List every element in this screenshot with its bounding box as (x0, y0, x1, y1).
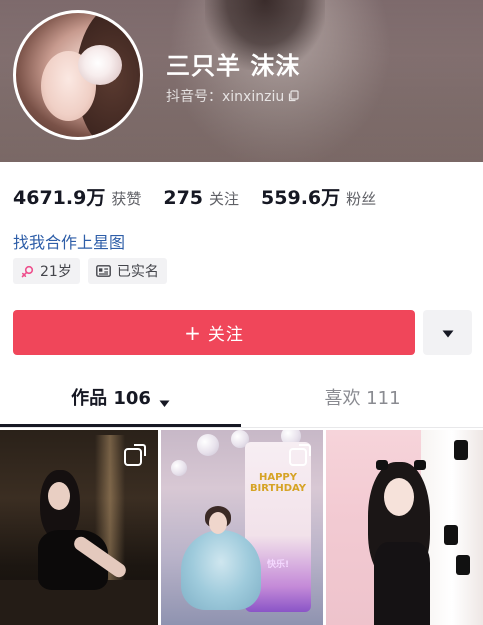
profile-nickname: 三只羊 沫沫 (166, 52, 301, 80)
follow-button-label: 关注 (207, 325, 244, 345)
bow-decoration (444, 525, 458, 545)
thumbnail-figure-outfit (374, 542, 430, 625)
multi-image-icon (289, 444, 311, 466)
bow-decoration (456, 555, 470, 575)
douyin-id-text: 抖音号：xinxinziu (166, 89, 285, 105)
tab-likes[interactable]: 喜欢 111 (242, 384, 483, 428)
stat-label: 关注 (209, 190, 240, 208)
tab-works[interactable]: 作品 106 (0, 384, 241, 428)
more-options-button[interactable] (423, 310, 472, 355)
profile-tags: 21岁 已实名 (13, 258, 175, 284)
age-tag: 21岁 (13, 258, 80, 284)
multi-image-icon (124, 444, 146, 466)
video-thumbnail[interactable] (326, 430, 483, 625)
thumbnail-figure-face (48, 482, 70, 510)
id-card-icon (95, 265, 111, 277)
stat-likes[interactable]: 4671.9万 获赞 (13, 183, 141, 210)
avatar[interactable] (13, 10, 143, 140)
stat-following[interactable]: 275 关注 (163, 187, 239, 209)
avatar-flower (78, 45, 122, 85)
birthday-sign-text: HAPPY BIRTHDAY (249, 472, 307, 494)
stat-value: 4671.9万 (13, 187, 106, 209)
stat-value: 275 (163, 187, 204, 209)
stat-label: 粉丝 (346, 190, 377, 208)
verified-tag-label: 已实名 (116, 264, 159, 280)
thumbnail-dress (181, 530, 261, 610)
thumbnail-figure-face (384, 478, 414, 516)
tab-works-label: 作品 106 (71, 388, 151, 409)
profile-stats: 4671.9万 获赞 275 关注 559.6万 粉丝 (13, 183, 398, 210)
video-thumbnail[interactable] (0, 430, 158, 625)
tab-divider (0, 427, 483, 428)
stat-followers[interactable]: 559.6万 粉丝 (261, 183, 376, 210)
profile-header-banner: 三只羊 沫沫 抖音号：xinxinziu (0, 0, 483, 162)
stat-value: 559.6万 (261, 187, 341, 209)
copy-icon[interactable] (288, 90, 299, 102)
verified-tag: 已实名 (87, 258, 167, 284)
age-tag-label: 21岁 (40, 264, 72, 280)
plus-icon: + (184, 320, 202, 345)
video-thumbnail[interactable]: HAPPY BIRTHDAY 快乐! (161, 430, 323, 625)
female-icon (21, 265, 34, 278)
stat-label: 获赞 (111, 190, 142, 208)
caret-down-icon[interactable] (159, 392, 170, 413)
balloon (197, 434, 219, 456)
caret-down-icon (442, 323, 454, 342)
douyin-id-row[interactable]: 抖音号：xinxinziu (166, 86, 299, 106)
video-grid: HAPPY BIRTHDAY 快乐! (0, 430, 483, 625)
cooperate-link[interactable]: 找我合作上星图 (13, 229, 125, 253)
hair-bow (414, 460, 426, 470)
follow-button[interactable]: + 关注 (13, 310, 415, 355)
bow-decoration (454, 440, 468, 460)
tab-likes-label: 喜欢 111 (324, 388, 401, 409)
content-tabs: 作品 106 喜欢 111 (0, 384, 483, 428)
hair-bow (376, 460, 388, 470)
balloon (171, 460, 187, 476)
thumbnail-figure-face (209, 512, 227, 534)
